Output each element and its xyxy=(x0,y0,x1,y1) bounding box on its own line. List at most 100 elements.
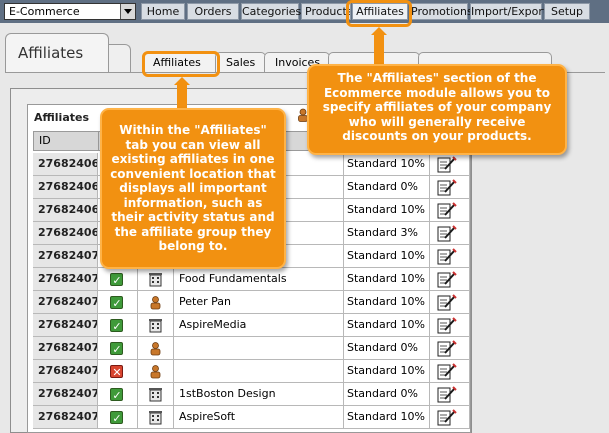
affiliate-id[interactable]: 276824067 xyxy=(33,176,98,199)
affiliate-id[interactable]: 276824066 xyxy=(33,153,98,176)
affiliate-id[interactable]: 276824069 xyxy=(33,222,98,245)
person-icon xyxy=(150,296,161,310)
edit-icon[interactable] xyxy=(437,409,457,426)
callout-affiliates-tab: Within the "Affiliates" tab you can view… xyxy=(100,108,286,269)
callout-affiliates-section: The "Affiliates" section of the Ecommerc… xyxy=(307,64,567,155)
nav-setup[interactable]: Setup xyxy=(544,3,590,20)
table-row[interactable]: 276824076 ✓ 1stBoston DesignStandard 0% xyxy=(33,383,470,406)
table-row[interactable]: 276824074 ✓ Standard 0% xyxy=(33,337,470,360)
nav-products[interactable]: Products xyxy=(301,3,351,20)
affiliate-name xyxy=(174,360,344,383)
affiliate-name xyxy=(174,337,344,360)
column-header-id[interactable]: ID xyxy=(33,131,99,151)
affiliate-id[interactable]: 276824073 xyxy=(33,314,98,337)
highlight-affiliates-nav xyxy=(346,0,412,27)
nav-promotions[interactable]: Promotions xyxy=(410,3,473,20)
affiliate-group: Standard 10% xyxy=(344,153,430,176)
affiliate-group: Standard 10% xyxy=(344,314,430,337)
callout-left-arrow xyxy=(174,77,190,85)
page-tab-affiliates[interactable]: Affiliates xyxy=(5,33,109,73)
edit-cell xyxy=(430,337,470,360)
affiliate-status-cell: ✕ xyxy=(98,360,138,383)
chevron-down-icon[interactable] xyxy=(120,4,135,19)
table-row[interactable]: 276824073 ✓ AspireMediaStandard 10% xyxy=(33,314,470,337)
table-row[interactable]: 276824071 ✓ Food FundamentalsStandard 10% xyxy=(33,268,470,291)
building-icon xyxy=(149,319,162,333)
affiliate-id[interactable]: 276824068 xyxy=(33,199,98,222)
callout-right-arrow xyxy=(371,27,387,35)
edit-cell xyxy=(430,222,470,245)
check-icon[interactable]: ✓ xyxy=(110,411,123,425)
affiliate-id[interactable]: 276824076 xyxy=(33,383,98,406)
edit-cell xyxy=(430,291,470,314)
affiliate-status-cell: ✓ xyxy=(98,406,138,429)
edit-icon[interactable] xyxy=(437,294,457,311)
module-select[interactable]: E-Commerce xyxy=(4,3,136,20)
affiliate-group: Standard 3% xyxy=(344,222,430,245)
affiliate-group: Standard 10% xyxy=(344,199,430,222)
edit-icon[interactable] xyxy=(437,340,457,357)
table-row[interactable]: 276824077 ✓ AspireSoftStandard 10% xyxy=(33,406,470,429)
affiliate-status-cell: ✓ xyxy=(98,268,138,291)
affiliate-type-cell xyxy=(138,360,174,383)
x-icon[interactable]: ✕ xyxy=(110,365,123,379)
edit-icon[interactable] xyxy=(437,202,457,219)
edit-icon[interactable] xyxy=(437,363,457,380)
affiliate-group: Standard 10% xyxy=(344,268,430,291)
affiliate-id[interactable]: 276824077 xyxy=(33,406,98,429)
affiliate-status-cell: ✓ xyxy=(98,383,138,406)
affiliate-group: Standard 10% xyxy=(344,245,430,268)
edit-icon[interactable] xyxy=(437,248,457,265)
module-select-value: E-Commerce xyxy=(9,5,80,18)
top-navigation: E-Commerce Home Orders Categories Produc… xyxy=(0,0,609,23)
check-icon[interactable]: ✓ xyxy=(110,319,123,333)
callout-right-connector xyxy=(374,34,384,64)
edit-icon[interactable] xyxy=(437,317,457,334)
edit-cell xyxy=(430,153,470,176)
building-icon xyxy=(149,273,162,287)
affiliate-name: 1stBoston Design xyxy=(174,383,344,406)
edit-icon[interactable] xyxy=(437,386,457,403)
nav-categories[interactable]: Categories xyxy=(241,3,301,20)
affiliate-group: Standard 10% xyxy=(344,406,430,429)
affiliate-id[interactable]: 276824072 xyxy=(33,291,98,314)
affiliate-id[interactable]: 276824075 xyxy=(33,360,98,383)
table-row[interactable]: 276824072 ✓ Peter PanStandard 10% xyxy=(33,291,470,314)
affiliate-group: Standard 0% xyxy=(344,176,430,199)
person-icon xyxy=(150,342,161,356)
check-icon[interactable]: ✓ xyxy=(110,273,123,287)
nav-home[interactable]: Home xyxy=(141,3,185,20)
affiliate-group: Standard 10% xyxy=(344,291,430,314)
nav-orders[interactable]: Orders xyxy=(187,3,239,20)
edit-cell xyxy=(430,268,470,291)
table-row[interactable]: 276824075 ✕ Standard 10% xyxy=(33,360,470,383)
affiliate-group: Standard 0% xyxy=(344,383,430,406)
affiliate-status-cell: ✓ xyxy=(98,291,138,314)
affiliate-status-cell: ✓ xyxy=(98,314,138,337)
callout-left-connector xyxy=(177,85,187,108)
affiliate-id[interactable]: 276824070 xyxy=(33,245,98,268)
affiliate-type-cell xyxy=(138,314,174,337)
check-icon[interactable]: ✓ xyxy=(110,342,123,356)
edit-icon[interactable] xyxy=(437,156,457,173)
affiliate-id[interactable]: 276824071 xyxy=(33,268,98,291)
edit-cell xyxy=(430,314,470,337)
edit-icon[interactable] xyxy=(437,225,457,242)
page-title: Affiliates xyxy=(18,44,84,62)
check-icon[interactable]: ✓ xyxy=(110,296,123,310)
affiliate-name: AspireMedia xyxy=(174,314,344,337)
affiliate-type-cell xyxy=(138,291,174,314)
affiliate-name: AspireSoft xyxy=(174,406,344,429)
affiliate-group: Standard 0% xyxy=(344,337,430,360)
tab-sales[interactable]: Sales xyxy=(215,52,266,73)
highlight-affiliates-tab xyxy=(142,51,220,77)
check-icon[interactable]: ✓ xyxy=(110,388,123,402)
affiliate-id[interactable]: 276824074 xyxy=(33,337,98,360)
edit-cell xyxy=(430,176,470,199)
nav-import-export[interactable]: Import/Export xyxy=(470,3,547,20)
edit-icon[interactable] xyxy=(437,179,457,196)
edit-icon[interactable] xyxy=(437,271,457,288)
edit-cell xyxy=(430,360,470,383)
affiliate-name: Food Fundamentals xyxy=(174,268,344,291)
edit-cell xyxy=(430,245,470,268)
